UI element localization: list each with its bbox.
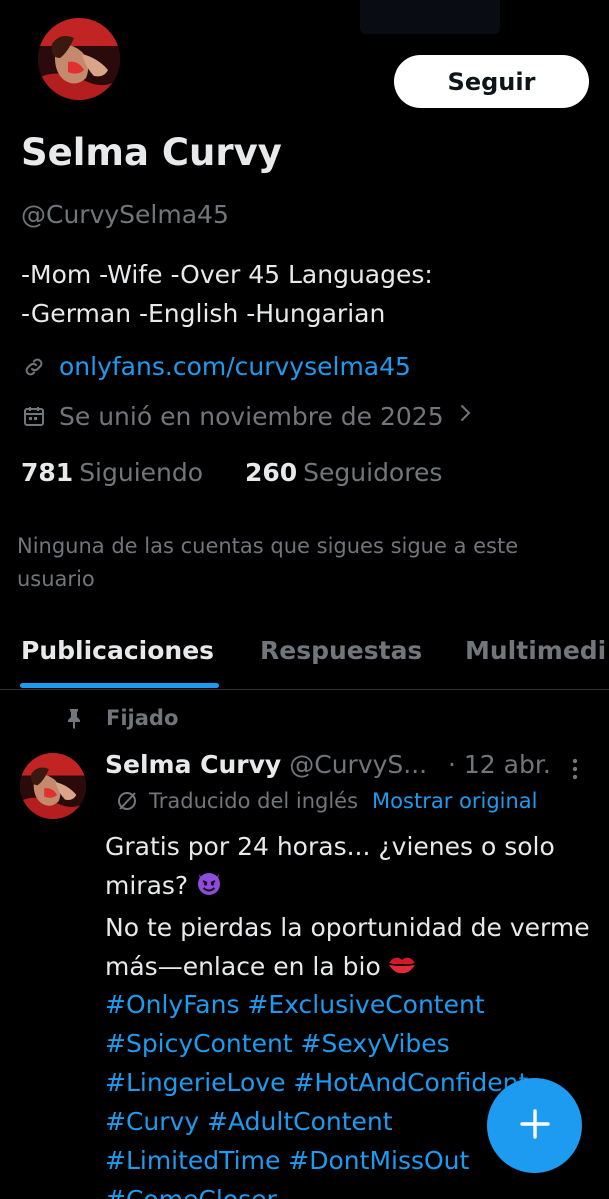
calendar-icon bbox=[21, 403, 47, 429]
show-original-link[interactable]: Mostrar original bbox=[372, 789, 537, 813]
pinned-label: Fijado bbox=[106, 706, 179, 730]
pin-icon bbox=[62, 706, 86, 730]
banner-image bbox=[360, 0, 500, 34]
avatar-image bbox=[38, 18, 120, 100]
more-vertical-icon[interactable] bbox=[567, 754, 583, 784]
active-tab-indicator bbox=[20, 683, 219, 688]
profile-page: Seguir Selma Curvy @CurvySelma45 -Mom -W… bbox=[0, 0, 609, 1199]
link-icon bbox=[21, 354, 47, 380]
hashtag-line[interactable]: #OnlyFans #ExclusiveContent bbox=[105, 985, 575, 1024]
pinned-indicator: Fijado bbox=[62, 706, 178, 730]
profile-avatar[interactable] bbox=[38, 18, 120, 100]
followers-you-know-note: Ninguna de las cuentas que sigues sigue … bbox=[17, 534, 519, 591]
join-date: Se unió en noviembre de 2025 bbox=[59, 401, 444, 431]
tab-respuestas[interactable]: Respuestas bbox=[260, 636, 422, 665]
kiss-mark-emoji-icon bbox=[387, 948, 417, 987]
join-date-row[interactable]: Se unió en noviembre de 2025 bbox=[21, 401, 474, 431]
chevron-right-icon bbox=[458, 401, 474, 431]
hashtag-line[interactable]: #SpicyContent #SexyVibes bbox=[105, 1024, 575, 1063]
smiling-devil-emoji-icon bbox=[194, 867, 224, 908]
profile-bio: -Mom -Wife -Over 45 Languages: -German -… bbox=[21, 260, 433, 328]
post-body: Gratis por 24 horas... ¿vienes o solo mi… bbox=[105, 827, 595, 987]
post-text-line-2: No te pierdas la oportunidad de verme má… bbox=[105, 908, 595, 988]
followers-count: 260 bbox=[244, 458, 298, 487]
avatar-image bbox=[20, 753, 86, 819]
following-count: 781 bbox=[21, 458, 74, 487]
tab-publicaciones[interactable]: Publicaciones bbox=[21, 636, 214, 665]
follow-counts: 781 Siguiendo 260 Seguidores bbox=[21, 458, 442, 487]
following-link[interactable]: 781 Siguiendo bbox=[21, 458, 211, 487]
tab-multimedia[interactable]: Multimedi bbox=[465, 636, 606, 665]
post-author-name[interactable]: Selma Curvy bbox=[105, 750, 281, 779]
profile-link-row: onlyfans.com/curvyselma45 bbox=[21, 352, 411, 381]
followers-label: Seguidores bbox=[303, 458, 443, 487]
post-text-line-1: Gratis por 24 horas... ¿vienes o solo mi… bbox=[105, 827, 595, 908]
post-author-avatar[interactable] bbox=[20, 753, 86, 819]
follow-button[interactable]: Seguir bbox=[394, 55, 589, 108]
translate-icon bbox=[115, 789, 139, 813]
hashtag-line[interactable]: #ComeCloser bbox=[105, 1180, 575, 1199]
post-timestamp[interactable]: · 12 abr. bbox=[448, 750, 551, 779]
compose-post-button[interactable] bbox=[487, 1078, 582, 1173]
profile-tabs: Publicaciones Respuestas Multimedi bbox=[0, 620, 609, 690]
translated-label: Traducido del inglés bbox=[149, 789, 359, 813]
plus-icon bbox=[518, 1107, 552, 1145]
profile-handle: @CurvySelma45 bbox=[21, 200, 229, 229]
profile-link[interactable]: onlyfans.com/curvyselma45 bbox=[59, 352, 411, 381]
post-author-handle[interactable]: @CurvyS... bbox=[289, 750, 427, 779]
profile-name: Selma Curvy bbox=[21, 131, 282, 174]
following-label: Siguiendo bbox=[79, 458, 204, 487]
followers-link[interactable]: 260 Seguidores bbox=[245, 458, 442, 487]
translation-row: Traducido del inglés Mostrar original bbox=[115, 789, 538, 813]
